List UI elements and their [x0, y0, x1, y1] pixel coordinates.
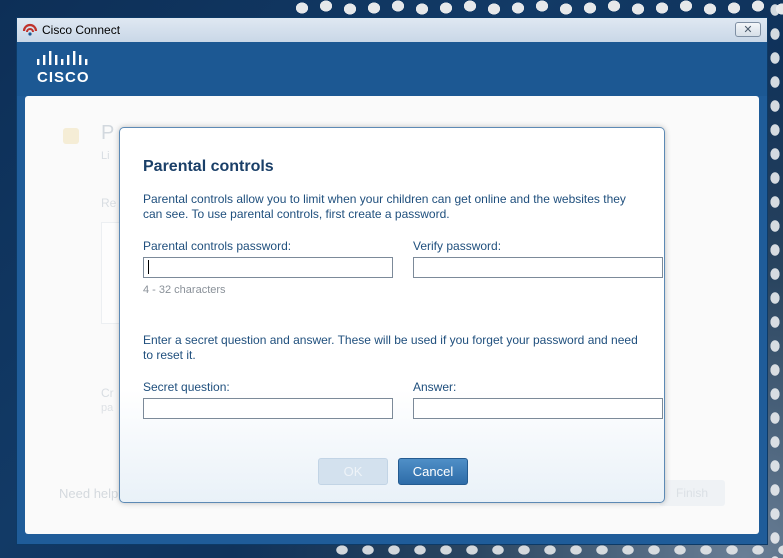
- brand-header: CISCO: [17, 42, 767, 96]
- cancel-button[interactable]: Cancel: [398, 458, 468, 485]
- close-button[interactable]: ✕: [735, 22, 761, 37]
- answer-field[interactable]: [413, 398, 663, 419]
- background-finish-button: Finish: [659, 480, 725, 506]
- password-label: Parental controls password:: [143, 239, 292, 253]
- secret-question-field[interactable]: [143, 398, 393, 419]
- lock-icon: [63, 128, 79, 144]
- dialog-intro-text: Parental controls allow you to limit whe…: [143, 192, 626, 221]
- ok-button[interactable]: OK: [318, 458, 388, 485]
- need-help-link: Need help: [59, 486, 119, 501]
- verify-password-label: Verify password:: [413, 239, 502, 253]
- wallpaper-decoration-right: [767, 0, 783, 558]
- background-page-title: P: [101, 122, 115, 144]
- window-title: Cisco Connect: [42, 23, 121, 37]
- title-bar[interactable]: Cisco Connect ✕: [17, 18, 767, 43]
- background-subtitle: Li: [101, 150, 110, 162]
- password-field[interactable]: [143, 257, 393, 278]
- cisco-logo: CISCO: [37, 51, 90, 85]
- parental-controls-dialog: Parental controls Parental controls allo…: [119, 127, 665, 503]
- password-length-hint: 4 - 32 characters: [143, 284, 226, 296]
- background-label: pa: [101, 402, 114, 414]
- text-cursor: [148, 260, 149, 274]
- verify-password-field[interactable]: [413, 257, 663, 278]
- dialog-title: Parental controls: [143, 158, 274, 175]
- cisco-connect-icon: [22, 23, 38, 36]
- password-field-wrapper: [143, 257, 393, 278]
- background-label: Cr: [101, 386, 114, 400]
- background-label: Re: [101, 196, 117, 210]
- secret-question-label: Secret question:: [143, 380, 230, 394]
- secret-question-intro: Enter a secret question and answer. Thes…: [143, 333, 638, 362]
- close-icon: ✕: [743, 24, 753, 36]
- answer-label: Answer:: [413, 380, 457, 394]
- cisco-logo-text: CISCO: [37, 69, 90, 85]
